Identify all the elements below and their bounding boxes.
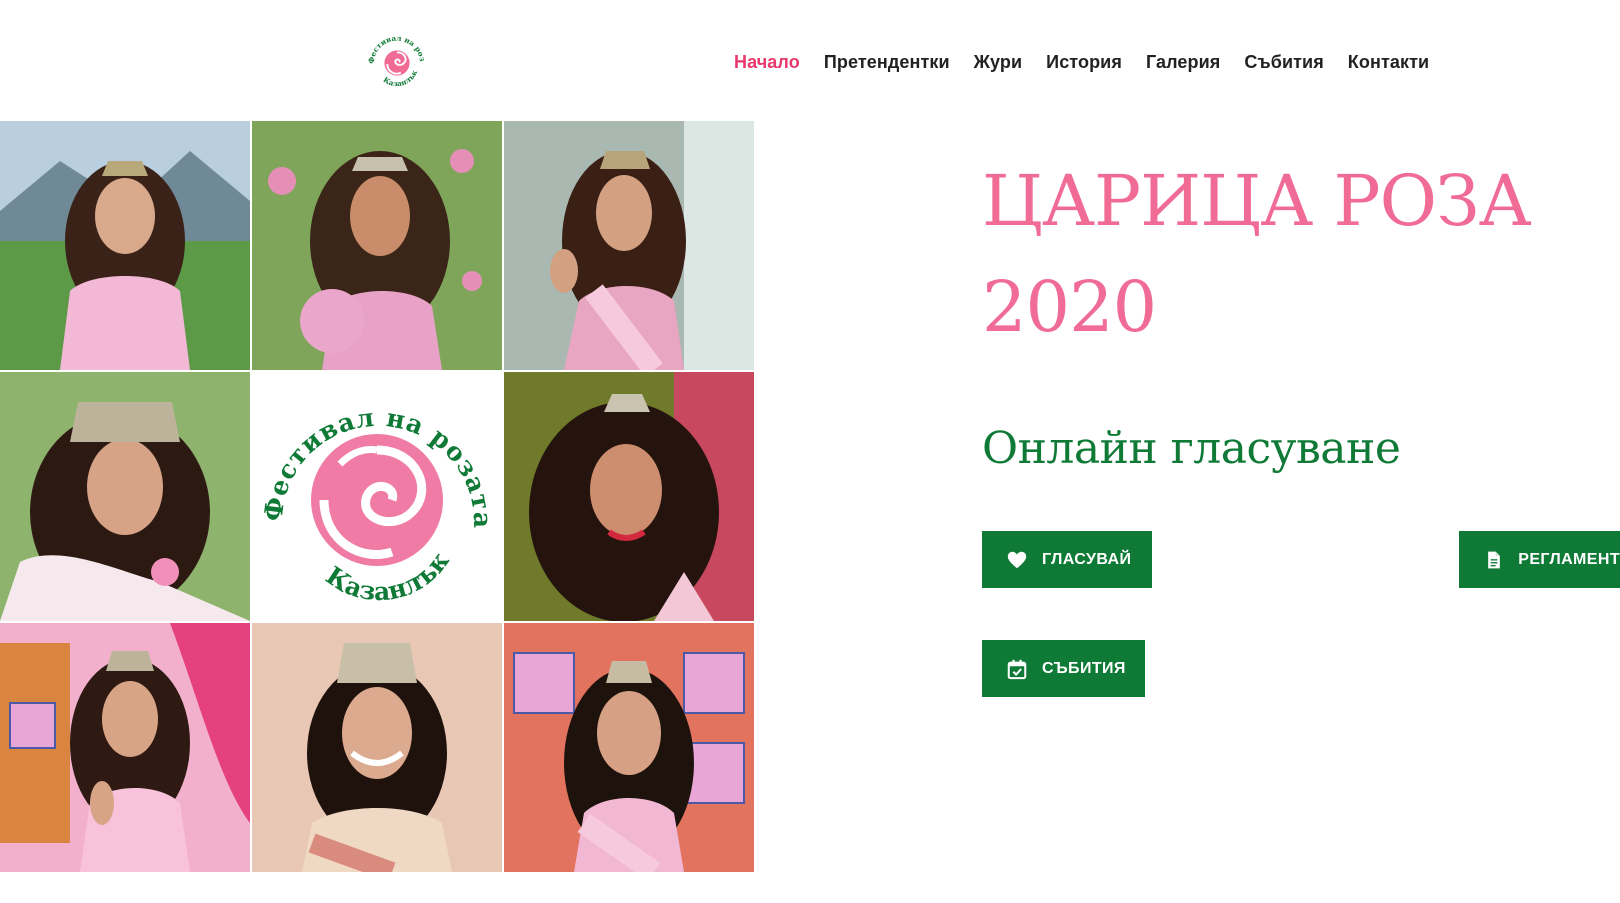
queen-photo [252, 623, 502, 872]
rose-festival-logo-icon: Фестивал на розата Казанлък [258, 403, 496, 607]
heart-icon [1006, 549, 1028, 571]
site-logo[interactable]: Фестивал на розата Казанлък [364, 24, 428, 94]
calendar-check-icon [1006, 658, 1028, 680]
rose-festival-logo-icon: Фестивал на розата Казанлък [364, 24, 428, 88]
document-icon [1483, 549, 1504, 571]
photo-tile-3 [504, 121, 754, 370]
photo-tile-4 [0, 372, 250, 621]
vote-button-label: ГЛАСУВАЙ [1042, 550, 1132, 568]
hero-title-line1: ЦАРИЦА РОЗА [982, 160, 1532, 242]
queen-photo [504, 372, 754, 621]
main-nav: Начало Претендентки Жури История Галерия… [734, 48, 1453, 76]
nav-item-gallery[interactable]: Галерия [1146, 48, 1220, 76]
nav-item-contacts[interactable]: Контакти [1348, 48, 1429, 76]
photo-tile-7 [0, 623, 250, 872]
site-header: Фестивал на розата Казанлък Начало Прете… [0, 0, 1620, 118]
queen-photo [504, 623, 754, 872]
hero-subtitle: Онлайн гласуване [982, 423, 1401, 474]
festival-logo-tile: Фестивал на розата Казанлък [252, 372, 502, 621]
events-button-label: СЪБИТИЯ [1042, 659, 1126, 677]
hero-title: ЦАРИЦА РОЗА 2020 [982, 148, 1602, 360]
photo-tile-9 [504, 623, 754, 872]
nav-item-home[interactable]: Начало [734, 48, 800, 76]
photo-tile-2 [252, 121, 502, 370]
queens-photo-grid: Фестивал на розата Казанлък [0, 121, 754, 872]
nav-item-contestants[interactable]: Претендентки [824, 48, 950, 76]
queen-photo [252, 121, 502, 370]
photo-tile-1 [0, 121, 250, 370]
hero-title-line2: 2020 [982, 266, 1157, 348]
events-button[interactable]: СЪБИТИЯ [982, 640, 1145, 697]
nav-item-jury[interactable]: Жури [974, 48, 1023, 76]
queen-photo [0, 372, 250, 621]
photo-tile-8 [252, 623, 502, 872]
nav-item-events[interactable]: Събития [1244, 48, 1323, 76]
vote-button[interactable]: ГЛАСУВАЙ [982, 531, 1152, 588]
rules-button[interactable]: РЕГЛАМЕНТ [1459, 531, 1620, 588]
rules-button-label: РЕГЛАМЕНТ [1518, 550, 1620, 568]
nav-item-history[interactable]: История [1046, 48, 1122, 76]
photo-tile-6 [504, 372, 754, 621]
queen-photo [0, 623, 250, 872]
queen-photo [0, 121, 250, 370]
queen-photo [504, 121, 754, 370]
